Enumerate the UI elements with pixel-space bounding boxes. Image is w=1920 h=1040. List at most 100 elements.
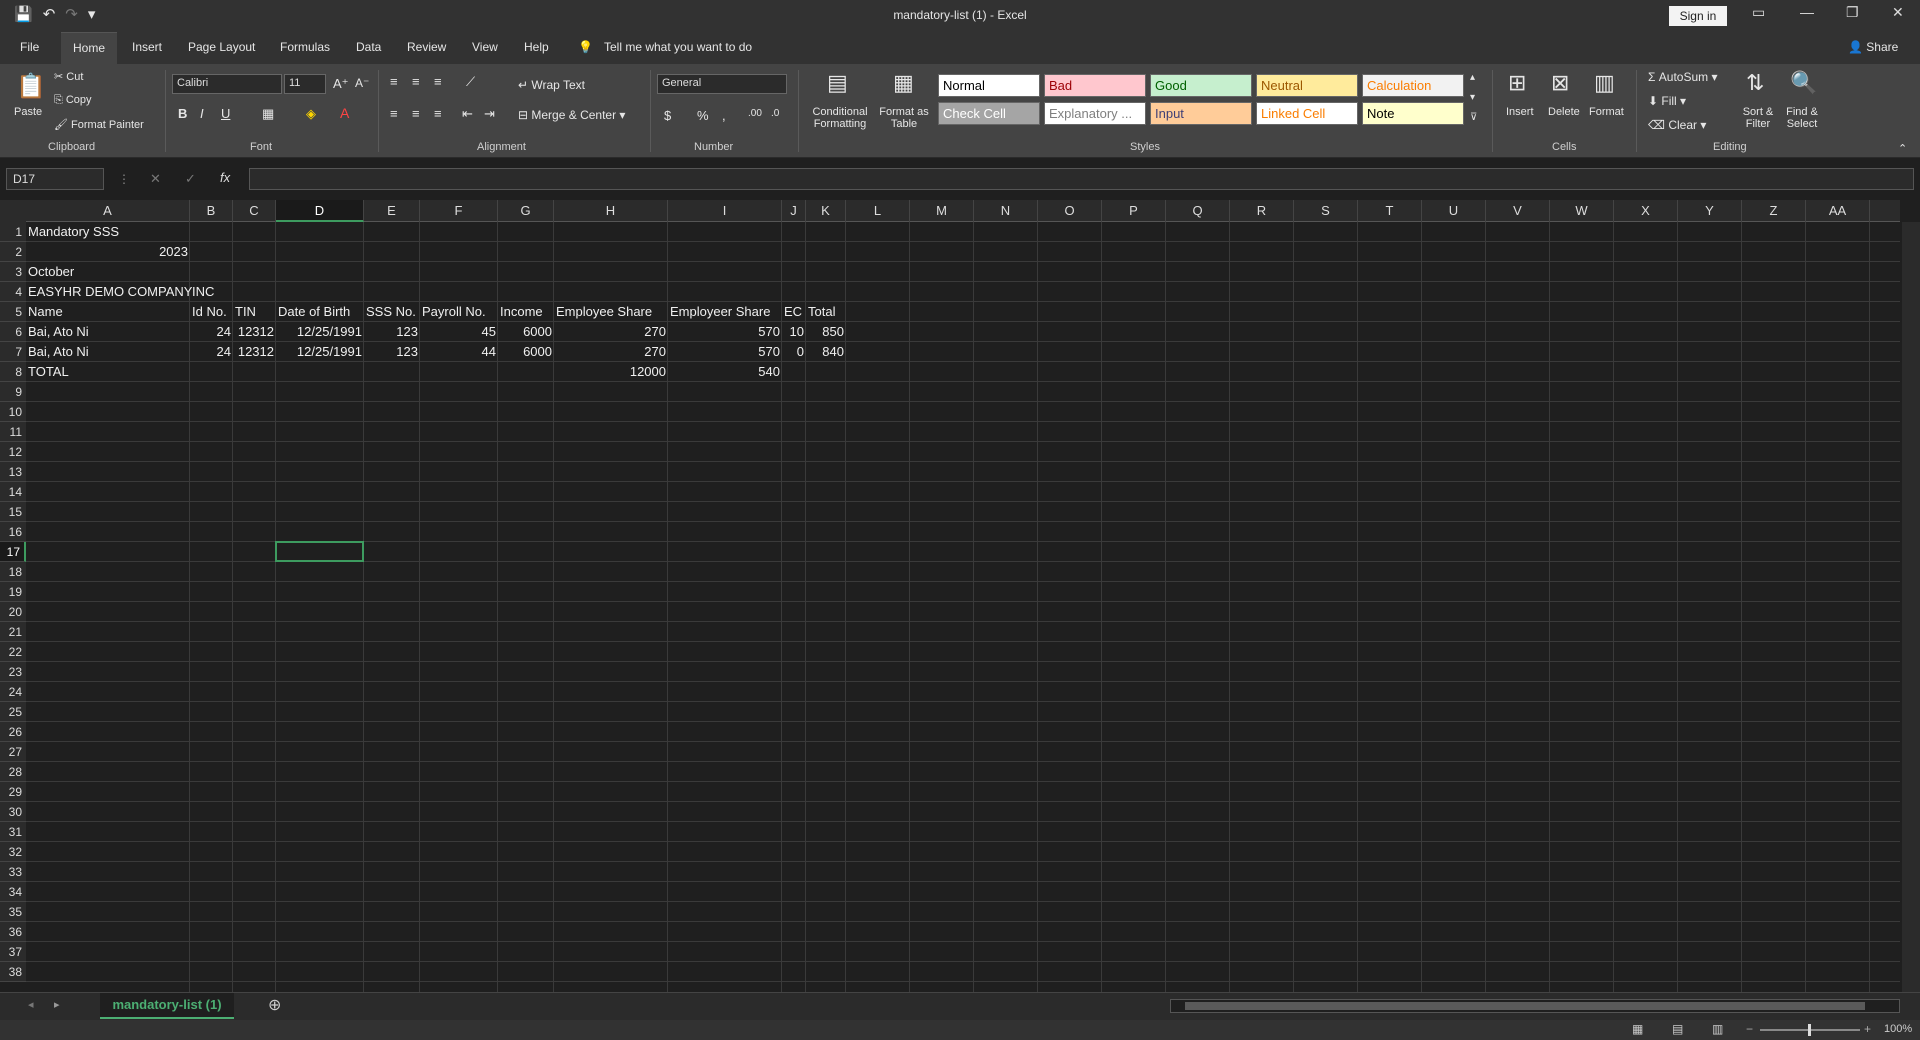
format-cells-button[interactable]: Format — [1589, 106, 1624, 118]
format-cells-icon[interactable]: ▥ — [1594, 70, 1615, 96]
row-header-32[interactable]: 32 — [0, 842, 26, 862]
row-header-14[interactable]: 14 — [0, 482, 26, 502]
restore-icon[interactable]: ❐ — [1846, 4, 1859, 21]
format-painter-button[interactable]: 🖌 Format Painter — [54, 118, 144, 131]
font-color-icon[interactable]: A — [340, 105, 349, 121]
horizontal-scroll-thumb[interactable] — [1185, 1002, 1865, 1010]
underline-icon[interactable]: U — [221, 106, 230, 121]
style-normal[interactable]: Normal — [938, 74, 1040, 97]
page-break-view-icon[interactable]: ▥ — [1712, 1022, 1723, 1036]
merge-center-button[interactable]: ⊟ Merge & Center ▾ — [518, 108, 625, 122]
conditional-formatting-button[interactable]: Conditional Formatting — [806, 106, 874, 130]
column-header-l[interactable]: L — [846, 200, 910, 222]
grow-font-icon[interactable]: A⁺ — [333, 76, 349, 92]
column-header-u[interactable]: U — [1422, 200, 1486, 222]
column-header-p[interactable]: P — [1102, 200, 1166, 222]
cell-area[interactable]: Mandatory SSS 2023 October EASYHR DEMO COMP… — [26, 222, 1900, 992]
column-header-x[interactable]: X — [1614, 200, 1678, 222]
cell-c7[interactable]: 12312 — [233, 342, 276, 362]
cell-b7[interactable]: 24 — [190, 342, 233, 362]
cell-b4[interactable]: INC — [190, 282, 216, 302]
row-header-25[interactable]: 25 — [0, 702, 26, 722]
row-header-17[interactable]: 17 — [0, 542, 26, 562]
column-header-k[interactable]: K — [806, 200, 846, 222]
row-header-27[interactable]: 27 — [0, 742, 26, 762]
page-layout-view-icon[interactable]: ▤ — [1672, 1022, 1683, 1036]
cell-g7[interactable]: 6000 — [498, 342, 554, 362]
sheet-tab-mandatory-list[interactable]: mandatory-list (1) — [100, 993, 234, 1019]
cut-button[interactable]: ✂ Cut — [54, 70, 83, 83]
column-header-a[interactable]: A — [26, 200, 190, 222]
font-size-select[interactable]: 11 — [284, 74, 326, 94]
row-header-16[interactable]: 16 — [0, 522, 26, 542]
styles-scroll-up-icon[interactable]: ▴ — [1470, 72, 1475, 83]
number-format-select[interactable]: General — [657, 74, 787, 94]
style-calculation[interactable]: Calculation — [1362, 74, 1464, 97]
zoom-slider[interactable] — [1760, 1024, 1860, 1036]
cell-b6[interactable]: 24 — [190, 322, 233, 342]
column-header-e[interactable]: E — [364, 200, 420, 222]
tab-view[interactable]: View — [472, 40, 498, 54]
cell-h5[interactable]: Employee Share — [554, 302, 654, 322]
comma-icon[interactable]: , — [722, 108, 726, 123]
font-name-select[interactable]: Calibri — [172, 74, 282, 94]
row-header-6[interactable]: 6 — [0, 322, 26, 342]
cell-a2[interactable]: 2023 — [26, 242, 190, 262]
cell-a4[interactable]: EASYHR DEMO COMPANY — [26, 282, 194, 302]
cell-f6[interactable]: 45 — [420, 322, 498, 342]
column-header-z[interactable]: Z — [1742, 200, 1806, 222]
cell-i6[interactable]: 570 — [668, 322, 782, 342]
fill-button[interactable]: ⬇ Fill ▾ — [1648, 94, 1686, 108]
tab-formulas[interactable]: Formulas — [280, 40, 330, 54]
italic-icon[interactable]: I — [200, 106, 204, 121]
row-header-11[interactable]: 11 — [0, 422, 26, 442]
increase-decimal-icon[interactable]: .00 — [748, 108, 762, 119]
cell-j5[interactable]: EC — [782, 302, 804, 322]
cell-h6[interactable]: 270 — [554, 322, 668, 342]
find-select-icon[interactable]: 🔍 — [1790, 70, 1817, 96]
row-header-9[interactable]: 9 — [0, 382, 26, 402]
align-middle-icon[interactable]: ≡ — [412, 74, 420, 89]
style-neutral[interactable]: Neutral — [1256, 74, 1358, 97]
decrease-indent-icon[interactable]: ⇤ — [462, 106, 473, 122]
cell-i5[interactable]: Employeer Share — [668, 302, 772, 322]
autosum-button[interactable]: Σ AutoSum ▾ — [1648, 70, 1717, 84]
tab-home[interactable]: Home — [61, 32, 118, 64]
ribbon-display-icon[interactable]: ▭ — [1752, 4, 1765, 21]
tell-me-search[interactable]: Tell me what you want to do — [604, 40, 752, 54]
cell-c5[interactable]: TIN — [233, 302, 258, 322]
styles-more-icon[interactable]: ⊽ — [1470, 112, 1477, 123]
cell-d7[interactable]: 12/25/1991 — [276, 342, 364, 362]
column-header-y[interactable]: Y — [1678, 200, 1742, 222]
cell-i7[interactable]: 570 — [668, 342, 782, 362]
cancel-icon[interactable]: ✕ — [150, 171, 161, 187]
column-header-h[interactable]: H — [554, 200, 668, 222]
percent-icon[interactable]: % — [697, 108, 709, 123]
row-header-22[interactable]: 22 — [0, 642, 26, 662]
column-header-q[interactable]: Q — [1166, 200, 1230, 222]
column-header-n[interactable]: N — [974, 200, 1038, 222]
selected-cell-d17[interactable] — [275, 541, 364, 562]
align-center-icon[interactable]: ≡ — [412, 106, 420, 121]
column-header-f[interactable]: F — [420, 200, 498, 222]
formula-input[interactable] — [249, 168, 1914, 190]
decrease-decimal-icon[interactable]: .0 — [771, 108, 779, 119]
format-as-table-button[interactable]: Format as Table — [876, 106, 932, 130]
row-header-13[interactable]: 13 — [0, 462, 26, 482]
horizontal-scrollbar[interactable] — [1170, 999, 1900, 1013]
insert-function-icon[interactable]: fx — [220, 170, 230, 185]
cell-e5[interactable]: SSS No. — [364, 302, 418, 322]
column-header-t[interactable]: T — [1358, 200, 1422, 222]
style-input[interactable]: Input — [1150, 102, 1252, 125]
cell-h8[interactable]: 12000 — [554, 362, 668, 382]
row-header-38[interactable]: 38 — [0, 962, 26, 982]
cell-a3[interactable]: October — [26, 262, 76, 282]
insert-cells-button[interactable]: Insert — [1506, 106, 1534, 118]
fill-color-icon[interactable]: ◈ — [306, 106, 316, 122]
cell-a5[interactable]: Name — [26, 302, 65, 322]
cell-d6[interactable]: 12/25/1991 — [276, 322, 364, 342]
insert-cells-icon[interactable]: ⊞ — [1508, 70, 1526, 96]
sort-filter-icon[interactable]: ⇅ — [1746, 70, 1764, 96]
paste-button[interactable]: Paste — [14, 106, 42, 118]
style-explanatory[interactable]: Explanatory ... — [1044, 102, 1146, 125]
